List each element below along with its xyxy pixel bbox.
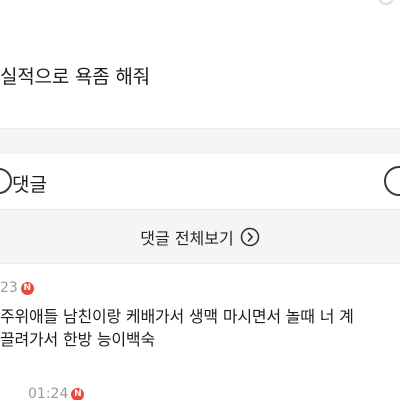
more-options-icon[interactable] [378, 0, 394, 5]
comment-time: 01:24 [28, 386, 69, 400]
comment-time: 23 [0, 280, 18, 296]
comment-text-line-1: 주위애들 남친이랑 케배가서 생맥 마시면서 놀때 너 계 [0, 307, 354, 326]
comment-header-left-icon [0, 168, 12, 194]
new-badge-icon: N [71, 387, 85, 400]
comment-item: 23 N 주위애들 남친이랑 케배가서 생맥 마시면서 놀때 너 계 끌려가서 … [0, 278, 400, 351]
comment-text-line-2: 끌려가서 한방 능이백숙 [0, 330, 155, 349]
view-all-comments-bar: 댓글 전체보기 [0, 210, 400, 264]
post-page: 실적으로 욕좀 해줘 댓글 댓글 전체보기 23 N 주위애들 남친이랑 케배가… [0, 0, 400, 400]
comment-section-title: 댓글 [12, 174, 47, 196]
chevron-right-circle-icon [240, 227, 259, 247]
view-all-comments-button[interactable]: 댓글 전체보기 [0, 210, 400, 264]
comment-header-right-icon[interactable] [384, 166, 400, 196]
post-body-text: 실적으로 욕좀 해줘 [0, 66, 150, 88]
new-badge-icon: N [20, 281, 34, 295]
section-divider [0, 128, 400, 154]
comment-item: 01:24 N [0, 384, 400, 400]
comment-section-header: 댓글 [0, 154, 400, 210]
view-all-comments-label: 댓글 전체보기 [140, 229, 234, 248]
comment-meta: 01:24 N [0, 384, 400, 400]
top-strip [0, 0, 400, 16]
comment-meta: 23 N [0, 278, 400, 298]
